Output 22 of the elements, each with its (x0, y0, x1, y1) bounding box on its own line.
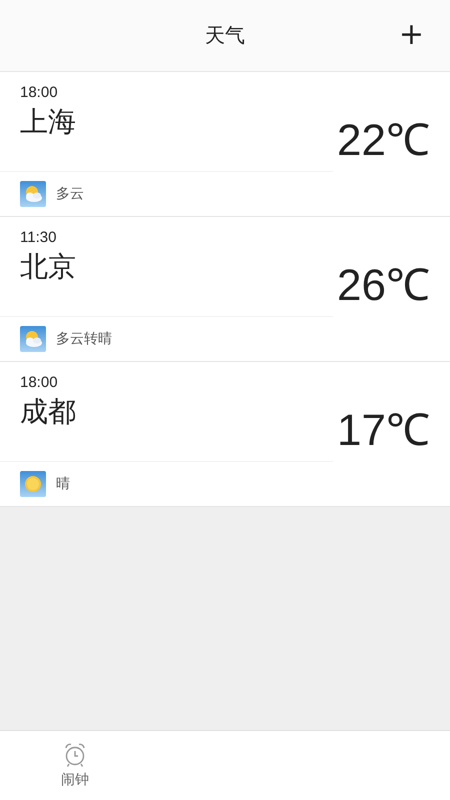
weather-condition: 晴 (56, 475, 70, 493)
temperature: 22℃ (337, 115, 430, 167)
temperature: 26℃ (337, 260, 430, 312)
city-row[interactable]: 11:30 北京 26℃ 多云转晴 (0, 217, 450, 362)
weather-condition: 多云转晴 (56, 330, 112, 348)
screen-title: 天气 (205, 22, 245, 49)
local-time: 11:30 (20, 229, 58, 246)
city-row[interactable]: 18:00 成都 17℃ 晴 (0, 362, 450, 507)
local-time: 18:00 (20, 84, 59, 101)
nav-tab[interactable]: 闹钟 (0, 731, 150, 800)
alarm-clock-icon (63, 742, 87, 768)
partly-cloudy-icon (20, 181, 46, 207)
city-row[interactable]: 18:00 上海 22℃ 多云 (0, 72, 450, 217)
partly-cloudy-icon (20, 326, 46, 352)
temperature: 17℃ (337, 405, 430, 457)
weather-condition: 多云 (56, 185, 84, 203)
city-name: 北京 (20, 249, 76, 285)
city-name: 成都 (20, 394, 76, 430)
add-button[interactable]: + (394, 18, 428, 52)
city-name: 上海 (20, 104, 76, 140)
local-time: 18:00 (20, 374, 59, 391)
sun-icon (20, 471, 46, 497)
